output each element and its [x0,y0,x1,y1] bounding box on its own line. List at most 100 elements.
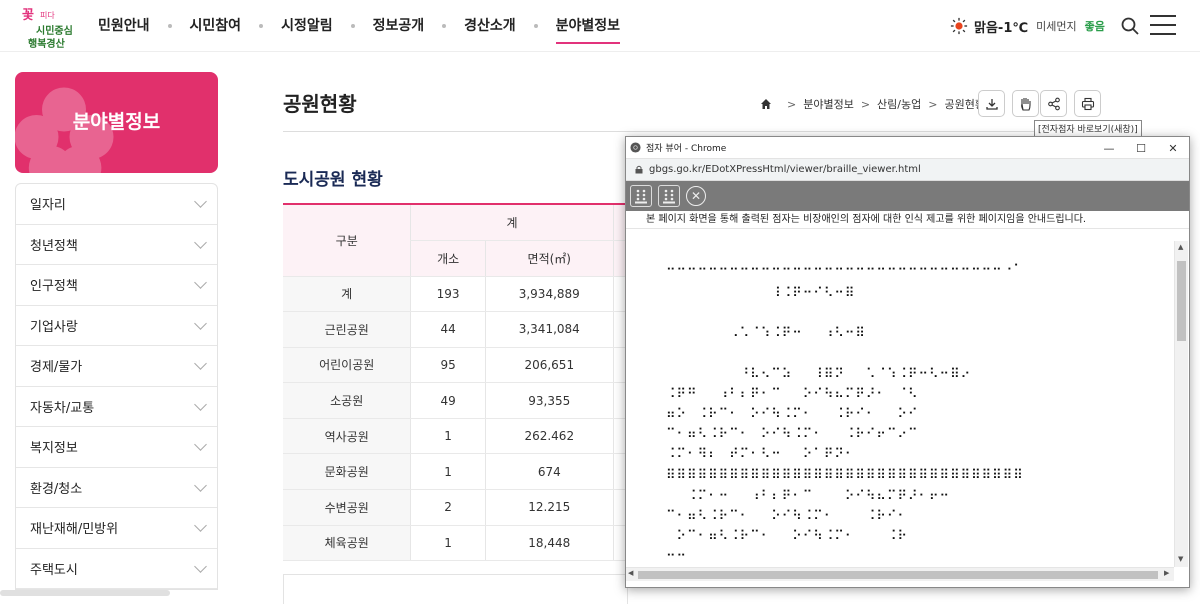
search-icon[interactable] [1120,16,1140,36]
row-count: 49 [410,382,486,419]
sidebar-item-youth-policy[interactable]: 청년정책 [16,225,217,265]
logo-text-1: 꽃 [22,8,34,23]
main-nav: 민원안내 시민참여 시정알림 정보공개 경산소개 분야별정보 [98,0,621,52]
table-header-total: 계 [410,203,614,241]
download-button[interactable] [978,90,1005,117]
braille-tooltip: [전자점자 바로보기(새창)] [1034,120,1142,137]
braille-content: ⠒⠒⠒⠒⠒⠒⠒⠒⠒⠒⠒⠒⠒⠒⠒⠒⠒⠒⠒⠒⠒⠒⠒⠒⠒⠒⠒⠒⠒⠒⠒⠒⠐⠁ ⠀⠀⠀⠀⠀… [626,248,1176,566]
nav-item-about[interactable]: 경산소개 [464,0,516,52]
row-count: 1 [410,453,486,491]
sidebar-item-label: 재난재해/민방위 [30,522,119,538]
sidebar-item-population-policy[interactable]: 인구정책 [16,265,217,306]
row-count: 193 [410,276,486,313]
sidebar-item-economy[interactable]: 경제/물가 [16,346,217,387]
print-icon [1081,97,1094,110]
sidebar-item-label: 일자리 [30,198,66,214]
download-icon [985,98,998,110]
braille-line: ⠉⠂⠶⠣⠨⠗⠉⠂⠀⠕⠊⠳⠨⠍⠂⠀⠀⠨⠗⠊⠖⠉⠔⠉ [666,427,919,442]
sidebar-item-traffic[interactable]: 자동차/교통 [16,387,217,427]
braille-line: ⠀⠀⠀⠀⠀⠀⠠⠡⠈⠱⠨⠟⠒⠀⠀⠰⠣⠒⠿ [666,326,866,341]
fine-dust-label: 미세먼지 [1036,20,1077,33]
row-count: 1 [410,525,486,562]
window-titlebar[interactable]: 점자 뷰어 - Chrome — ☐ ✕ [626,137,1189,159]
nav-item-civil-service[interactable]: 민원안내 [98,0,150,52]
chevron-down-icon [194,478,207,492]
chrome-icon [630,142,641,153]
sidebar-item-business[interactable]: 기업사랑 [16,306,217,346]
row-area: 93,355 [484,382,614,419]
braille-line: ⠒⠒ [666,549,688,564]
row-count: 44 [410,311,486,348]
print-button[interactable] [1074,90,1101,117]
scrollbar-thumb[interactable] [1177,261,1186,341]
sidebar-item-disaster[interactable]: 재난재해/민방위 [16,508,217,549]
row-count: 2 [410,489,486,526]
braille-line: ⠀⠀⠀⠀⠀⠀⠀⠘⠧⠢⠉⠵⠀⠀⠸⠿⠝⠀⠀⠡⠈⠱⠨⠟⠒⠣⠒⠿⠔ [666,367,972,382]
braille-view-button[interactable] [1012,90,1039,117]
sidebar-item-label: 경제/물가 [30,360,83,376]
scroll-down-icon[interactable]: ▼ [1178,555,1183,563]
lock-icon [635,165,643,174]
horizontal-scrollbar[interactable]: ◀ ▶ [626,567,1174,581]
sidebar-item-label: 주택도시 [30,562,78,578]
address-url: gbgs.go.kr/EDotXPressHtml/viewer/braille… [649,164,921,175]
row-category: 근린공원 [283,311,411,348]
braille-brl-icon [635,189,647,204]
weather-widget: 맑음-1℃ 미세먼지 좋음 [950,0,1105,52]
breadcrumb-separator: > [787,97,797,111]
breadcrumb: > 분야별정보 > 산림/농업 > 공원현황 [760,96,985,112]
title-divider [283,131,1103,132]
minimize-icon[interactable]: — [1094,137,1124,159]
logo-text-1b: 피다 [40,11,55,20]
fine-dust-status: 좋음 [1084,20,1105,33]
nav-item-citizen-participation[interactable]: 시민참여 [190,0,242,52]
scroll-right-icon[interactable]: ▶ [1164,569,1169,577]
chevron-down-icon [194,519,207,533]
braille-brf-button[interactable] [658,185,680,207]
braille-brf-icon [663,189,675,204]
horizontal-scrollbar[interactable] [0,590,170,596]
scrollbar-thumb[interactable] [638,571,1158,579]
nav-separator [167,24,172,28]
row-area: 674 [484,453,614,491]
hamburger-menu-icon[interactable] [1150,15,1176,37]
braille-brl-button[interactable] [630,185,652,207]
home-icon[interactable] [760,98,772,110]
table-header-count: 개소 [410,240,486,277]
sidebar-item-label: 청년정책 [30,238,78,254]
breadcrumb-separator: > [928,97,938,111]
scroll-left-icon[interactable]: ◀ [628,569,633,577]
braille-line: ⠀⠀⠀⠀⠀⠀⠀⠀⠀⠀⠸⠨⠟⠒⠊⠣⠒⠿ [666,286,856,301]
scroll-up-icon[interactable]: ▲ [1178,243,1183,251]
close-icon[interactable]: ✕ [1158,137,1188,159]
breadcrumb-item[interactable]: 산림/농업 [877,96,921,112]
chevron-down-icon [194,357,207,371]
braille-line: ⠶⠕⠀⠨⠗⠉⠂⠀⠕⠊⠳⠨⠍⠂⠀⠀⠨⠗⠊⠂⠀⠀⠕⠊ [666,407,919,422]
sidebar-item-housing[interactable]: 주택도시 [16,549,217,589]
nav-item-field-info[interactable]: 분야별정보 [555,0,621,52]
nav-item-city-news[interactable]: 시정알림 [281,0,333,52]
row-area: 18,448 [484,525,614,562]
sun-icon [950,17,968,35]
chevron-down-icon [194,559,207,573]
chevron-down-icon [194,316,207,330]
site-logo[interactable]: 꽃 피다 시민중심 행복경산 [22,4,82,50]
table-row: 계1933,934,889125 [283,276,683,313]
maximize-icon[interactable]: ☐ [1126,137,1156,159]
row-category: 소공원 [283,382,411,419]
viewer-close-icon[interactable]: ✕ [686,186,706,206]
nav-item-info-disclosure[interactable]: 정보공개 [373,0,425,52]
chevron-down-icon [194,397,207,411]
address-bar[interactable]: gbgs.go.kr/EDotXPressHtml/viewer/braille… [626,159,1189,181]
nav-separator [533,24,538,28]
table-body: 계1933,934,889125 근린공원443,341,08425 어린이공원… [283,276,683,562]
sidebar-item-environment[interactable]: 환경/청소 [16,468,217,508]
breadcrumb-item[interactable]: 분야별정보 [803,96,854,112]
row-area: 3,934,889 [484,276,614,313]
share-button[interactable] [1040,90,1067,117]
vertical-scrollbar[interactable]: ▲ ▼ [1174,241,1188,567]
sidebar-item-welfare[interactable]: 복지정보 [16,427,217,468]
table-row: 소공원4993,35512 [283,382,683,419]
row-category: 수변공원 [283,489,411,526]
sidebar-item-jobs[interactable]: 일자리 [16,184,217,225]
